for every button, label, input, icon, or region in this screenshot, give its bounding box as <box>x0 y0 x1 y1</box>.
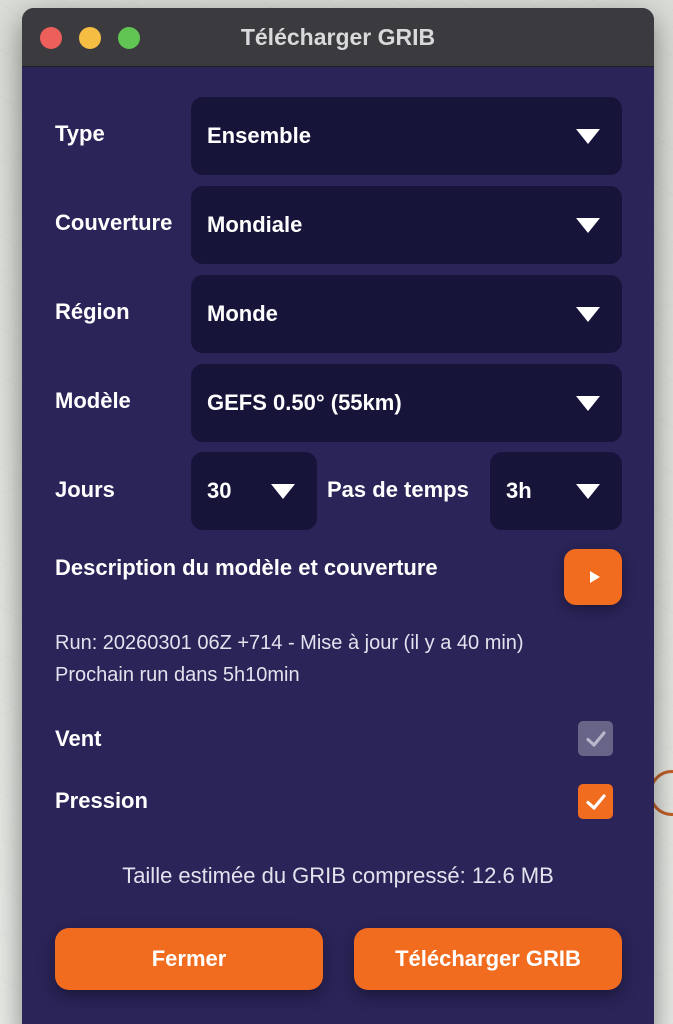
run-info-text: Run: 20260301 06Z +714 - Mise à jour (il… <box>55 632 524 654</box>
description-expand-button[interactable] <box>564 549 622 605</box>
check-icon <box>585 730 606 747</box>
days-value: 30 <box>207 478 232 503</box>
next-run-text: Prochain run dans 5h10min <box>55 664 300 686</box>
type-label: Type <box>55 121 105 146</box>
model-label: Modèle <box>55 388 131 413</box>
type-value: Ensemble <box>207 123 311 148</box>
title-bar: Télécharger GRIB <box>22 8 654 67</box>
type-select[interactable]: Ensemble <box>191 97 622 175</box>
chevron-down-icon <box>271 483 295 499</box>
download-grib-button[interactable]: Télécharger GRIB <box>354 928 622 990</box>
coverage-label: Couverture <box>55 210 173 235</box>
chevron-down-icon <box>576 217 600 233</box>
description-label: Description du modèle et couverture <box>55 555 438 580</box>
grib-download-dialog: Télécharger GRIB Type Ensemble Couvertur… <box>22 8 654 1024</box>
region-value: Monde <box>207 301 278 326</box>
estimated-size-text: Taille estimée du GRIB compressé: 12.6 M… <box>122 863 554 888</box>
wind-checkbox[interactable] <box>578 721 613 756</box>
model-value: GEFS 0.50° (55km) <box>207 390 402 415</box>
wind-label: Vent <box>55 726 102 751</box>
chevron-down-icon <box>576 395 600 411</box>
chevron-down-icon <box>576 306 600 322</box>
timestep-value: 3h <box>506 478 532 503</box>
check-icon <box>585 793 606 810</box>
pressure-checkbox[interactable] <box>578 784 613 819</box>
days-select[interactable]: 30 <box>191 452 317 530</box>
chevron-down-icon <box>576 128 600 144</box>
model-select[interactable]: GEFS 0.50° (55km) <box>191 364 622 442</box>
timestep-label: Pas de temps <box>327 477 469 502</box>
coverage-select[interactable]: Mondiale <box>191 186 622 264</box>
coverage-value: Mondiale <box>207 212 303 237</box>
window-title: Télécharger GRIB <box>240 24 436 50</box>
chevron-down-icon <box>576 483 600 499</box>
close-button[interactable]: Fermer <box>55 928 323 990</box>
pressure-label: Pression <box>55 788 148 813</box>
region-select[interactable]: Monde <box>191 275 622 353</box>
timestep-select[interactable]: 3h <box>490 452 622 530</box>
dialog-content: Type Ensemble Couverture Mondiale Région… <box>22 67 654 1024</box>
play-icon <box>589 571 600 583</box>
region-label: Région <box>55 299 130 324</box>
days-label: Jours <box>55 477 115 502</box>
